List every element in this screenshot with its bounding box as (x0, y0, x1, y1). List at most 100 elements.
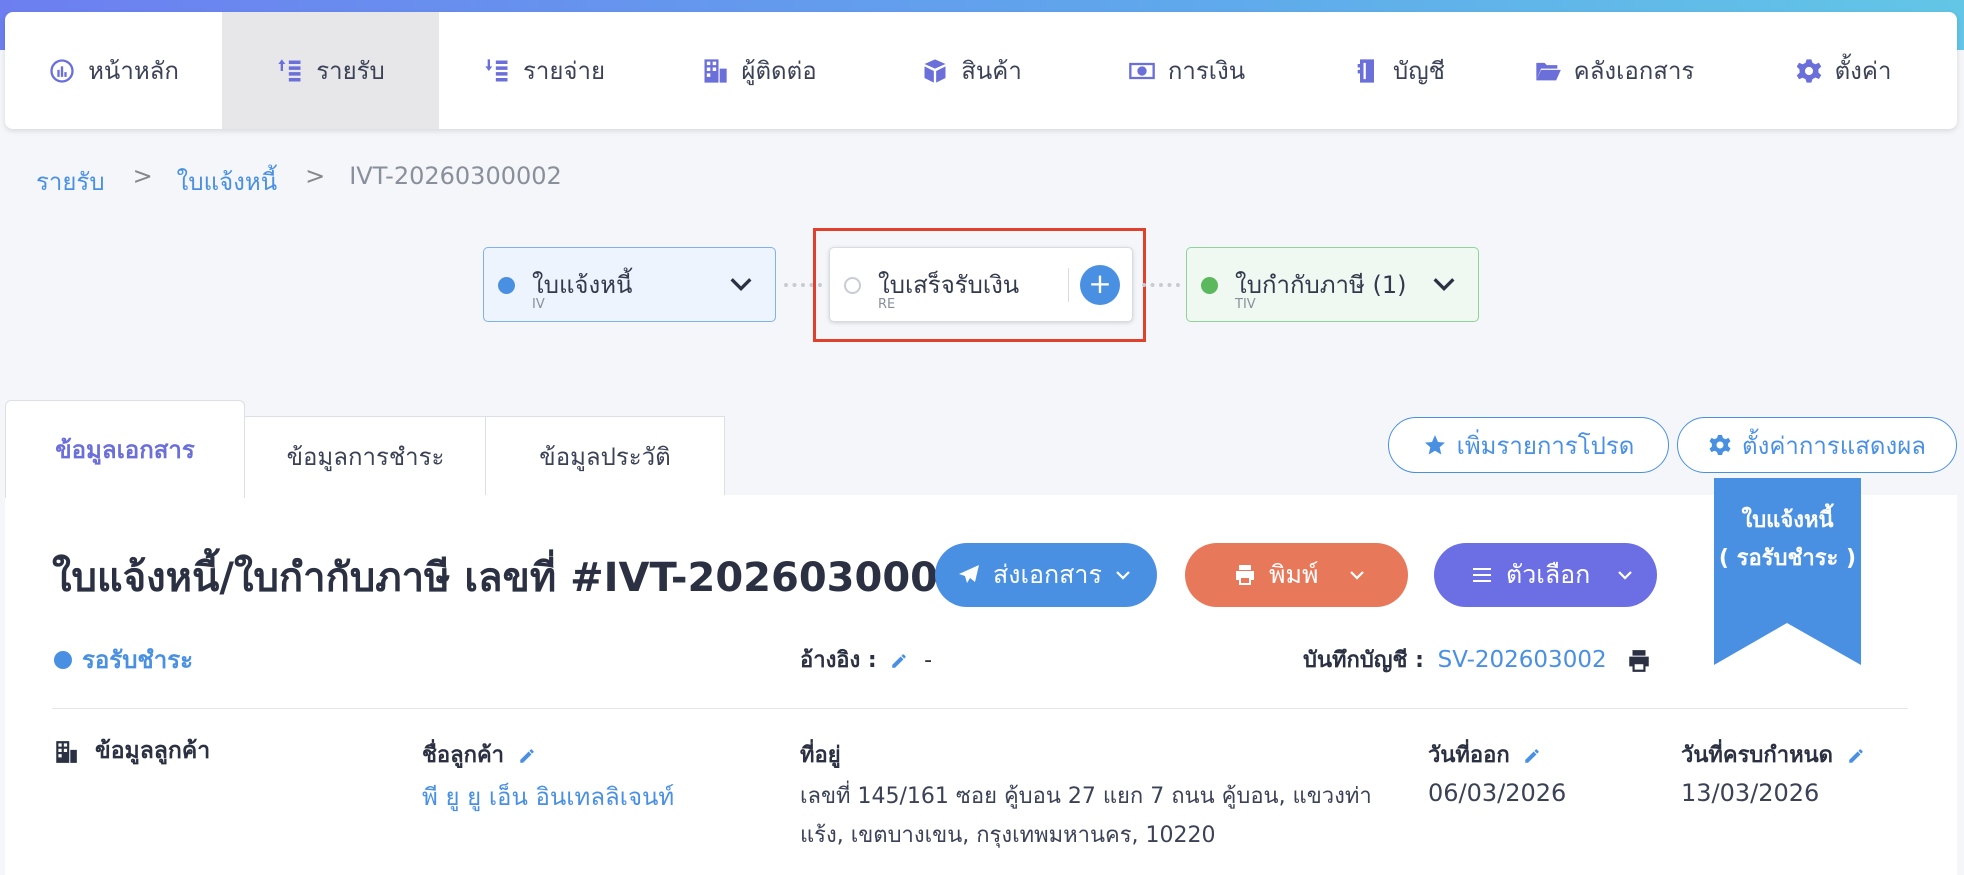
label-text: วันที่ออก (1428, 743, 1510, 768)
edit-icon[interactable] (518, 747, 536, 765)
nav-item-expense[interactable]: รายจ่าย (439, 12, 649, 129)
status-dot (1201, 277, 1218, 294)
nav-item-dashboard[interactable]: หน้าหลัก (5, 12, 222, 129)
ribbon-line2: ( รอรับชำระ ) (1718, 546, 1857, 571)
reference-label-text: อ้างอิง : (800, 648, 877, 673)
breadcrumb-invoice[interactable]: ใบแจ้งหนี้ (177, 162, 277, 201)
dashboard-icon (50, 58, 74, 83)
nav-item-settings[interactable]: ตั้งค่า (1729, 12, 1957, 129)
reference-value: - (924, 648, 933, 673)
money-icon (1129, 62, 1155, 79)
button-label: ตั้งค่าการแสดงผล (1742, 431, 1926, 460)
status-dot-empty (844, 277, 861, 294)
tab-document-info[interactable]: ข้อมูลเอกสาร (5, 400, 245, 498)
breadcrumb-income[interactable]: รายรับ (36, 162, 105, 201)
coins-out-icon (485, 58, 508, 81)
issue-date-label: วันที่ออก (1428, 737, 1541, 772)
nav-label: ผู้ติดต่อ (741, 57, 817, 85)
breadcrumb-current: IVT-20260300002 (349, 162, 562, 190)
button-label: ส่งเอกสาร (993, 560, 1102, 589)
nav-label: หน้าหลัก (88, 57, 179, 85)
address-line: เลขที่ 145/161 ซอย คู้บอน 27 แยก 7 ถนน ค… (800, 784, 1372, 809)
label-text: ชื่อลูกค้า (422, 743, 505, 768)
flow-connector (1142, 283, 1180, 287)
building-icon (704, 58, 728, 83)
main-nav: หน้าหลัก รายรับ รายจ่าย ผู้ติดต่อ สินค้า… (5, 12, 1957, 129)
nav-item-accounting[interactable]: บัญชี (1299, 12, 1499, 129)
gear-icon (1709, 435, 1731, 455)
journal-label: บันทึกบัญชี : SV-202603002 (1303, 642, 1652, 677)
nav-item-contacts[interactable]: ผู้ติดต่อ (649, 12, 869, 129)
edit-icon[interactable] (1523, 747, 1541, 765)
chevron-down-icon[interactable] (1430, 270, 1458, 298)
button-label: พิมพ์ (1269, 560, 1319, 589)
journal-link[interactable]: SV-202603002 (1438, 647, 1607, 673)
title-text: ใบแจ้งหนี้/ใบกำกับภาษี เลขที่ #IVT-20260… (52, 555, 994, 601)
chevron-down-icon[interactable] (727, 270, 755, 298)
display-settings-button[interactable]: ตั้งค่าการแสดงผล (1677, 417, 1957, 473)
flow-card-invoice[interactable]: ใบแจ้งหนี้ IV (483, 247, 776, 322)
chevron-down-icon (1116, 571, 1130, 580)
customer-section-title: ข้อมูลลูกค้า (53, 733, 210, 769)
customer-name-label: ชื่อลูกค้า (422, 737, 536, 772)
tab-payment-info[interactable]: ข้อมูลการชำระ (244, 416, 487, 496)
customer-name-link[interactable]: พี ยู ยู เอ็น อินเทลลิเจนท์ (422, 777, 674, 816)
coins-in-icon (278, 58, 301, 81)
gear-icon (1796, 58, 1821, 83)
box-icon (924, 58, 946, 83)
status-text: รอรับชำระ (82, 646, 193, 674)
reference-label: อ้างอิง : - (800, 642, 932, 677)
building-icon (56, 740, 77, 763)
nav-item-documents[interactable]: คลังเอกสาร (1499, 12, 1729, 129)
flow-card-title: ใบแจ้งหนี้ (532, 271, 633, 299)
printer-icon[interactable] (1626, 648, 1652, 674)
nav-label: สินค้า (961, 57, 1022, 85)
address-label: ที่อยู่ (800, 743, 841, 768)
nav-item-products[interactable]: สินค้า (869, 12, 1074, 129)
flow-card-title: ใบเสร็จรับเงิน (878, 271, 1020, 299)
flow-card-tax-invoice[interactable]: ใบกำกับภาษี (1) TIV (1186, 247, 1479, 322)
due-date-label: วันที่ครบกำหนด (1681, 737, 1865, 772)
status-dot (54, 650, 72, 669)
flow-card-code: TIV (1235, 297, 1256, 312)
address-line: แร้ง, เขตบางเขน, กรุงเทพมหานคร, 10220 (800, 823, 1216, 848)
ribbon-line1: ใบแจ้งหนี้ (1741, 508, 1834, 533)
divider (1068, 268, 1069, 302)
options-button[interactable]: ตัวเลือก (1434, 543, 1657, 607)
status-badge: รอรับชำระ (54, 640, 193, 679)
nav-item-finance[interactable]: การเงิน (1074, 12, 1299, 129)
due-date-value: 13/03/2026 (1681, 779, 1820, 807)
edit-icon[interactable] (1847, 747, 1865, 765)
nav-item-income[interactable]: รายรับ (222, 12, 439, 129)
section-title-text: ข้อมูลลูกค้า (95, 738, 211, 764)
chevron-down-icon (1618, 571, 1633, 580)
ledger-icon (1357, 58, 1374, 83)
ribbon-text: ใบแจ้งหนี้ ( รอรับชำระ ) (1714, 502, 1861, 578)
address-value: เลขที่ 145/161 ซอย คู้บอน 27 แยก 7 ถนน ค… (800, 777, 1372, 855)
button-label: ตัวเลือก (1506, 560, 1591, 589)
chevron-down-icon[interactable] (1348, 566, 1366, 584)
add-receipt-button[interactable]: + (1080, 265, 1120, 305)
menu-icon (1473, 568, 1491, 582)
add-favorite-button[interactable]: เพิ่มรายการโปรด (1388, 417, 1669, 473)
nav-label: รายรับ (316, 57, 385, 85)
nav-label: การเงิน (1167, 57, 1246, 85)
nav-label: คลังเอกสาร (1573, 57, 1695, 85)
edit-icon[interactable] (890, 652, 908, 670)
journal-label-text: บันทึกบัญชี : (1303, 648, 1424, 673)
page-title: ใบแจ้งหนี้/ใบกำกับภาษี เลขที่ #IVT-20260… (52, 545, 1034, 609)
tab-history-info[interactable]: ข้อมูลประวัติ (485, 416, 725, 496)
breadcrumb-separator: > (132, 162, 153, 190)
breadcrumb: รายรับ > ใบแจ้งหนี้ > IVT-20260300002 (36, 162, 562, 201)
nav-label: บัญชี (1393, 57, 1445, 85)
star-icon (1424, 435, 1445, 455)
folder-icon (1536, 62, 1561, 80)
nav-label: ตั้งค่า (1834, 57, 1892, 85)
send-document-button[interactable]: ส่งเอกสาร (935, 543, 1157, 607)
print-button[interactable]: พิมพ์ (1185, 543, 1408, 607)
button-label: เพิ่มรายการโปรด (1456, 431, 1635, 460)
divider (52, 708, 1908, 709)
nav-label: รายจ่าย (522, 57, 606, 85)
flow-card-receipt[interactable]: ใบเสร็จรับเงิน RE + (829, 247, 1133, 322)
breadcrumb-separator: > (305, 162, 326, 190)
